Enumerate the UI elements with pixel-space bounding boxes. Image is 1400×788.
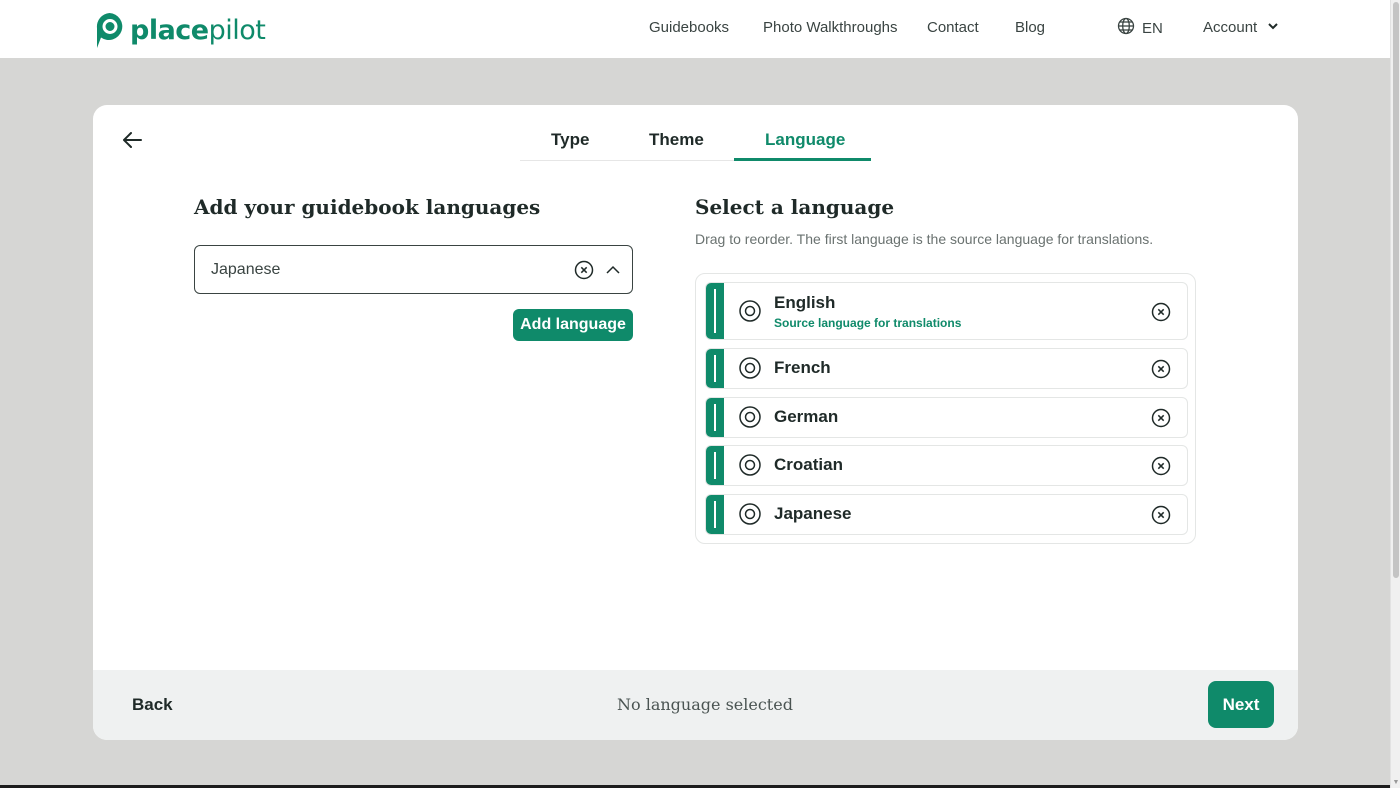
language-select-value: Japanese <box>211 261 281 278</box>
language-item-german[interactable]: German <box>705 397 1188 438</box>
language-name: Croatian <box>774 455 843 474</box>
selected-languages-list: English Source language for translations… <box>695 273 1196 544</box>
language-item-english[interactable]: English Source language for translations <box>705 282 1188 340</box>
language-select[interactable]: Japanese <box>194 245 633 294</box>
globe-icon <box>1117 17 1135 39</box>
nav-contact[interactable]: Contact <box>927 19 979 36</box>
logo-pin-icon <box>95 12 124 49</box>
back-arrow-icon[interactable] <box>121 129 143 151</box>
drag-handle[interactable] <box>706 495 724 534</box>
language-name: English <box>774 293 836 312</box>
drag-handle[interactable] <box>706 349 724 388</box>
language-item-japanese[interactable]: Japanese <box>705 494 1188 535</box>
chevron-up-icon[interactable] <box>603 260 623 280</box>
language-name: Japanese <box>774 504 852 523</box>
logo-word-pilot: pilot <box>208 15 266 46</box>
drag-handle[interactable] <box>706 446 724 485</box>
remove-language-icon[interactable] <box>1151 456 1171 476</box>
tab-theme[interactable]: Theme <box>649 130 704 150</box>
radio-icon[interactable] <box>739 454 761 476</box>
tab-type[interactable]: Type <box>551 130 589 150</box>
logo-word-place: place <box>130 15 209 46</box>
wizard-tabs: Type Theme Language <box>520 105 871 161</box>
language-switcher[interactable]: EN <box>1117 17 1163 39</box>
radio-icon[interactable] <box>739 300 761 322</box>
language-item-french[interactable]: French <box>705 348 1188 389</box>
back-button[interactable]: Back <box>132 695 173 715</box>
reorder-hint: Drag to reorder. The first language is t… <box>695 231 1154 247</box>
nav-guidebooks[interactable]: Guidebooks <box>649 19 729 36</box>
wizard-footer: Back No language selected Next <box>93 670 1298 740</box>
scroll-down-arrow-icon[interactable]: ▼ <box>1392 778 1400 788</box>
account-label: Account <box>1203 19 1258 36</box>
next-button[interactable]: Next <box>1208 681 1274 728</box>
logo[interactable]: placepilot <box>95 12 266 49</box>
remove-language-icon[interactable] <box>1151 359 1171 379</box>
tab-language[interactable]: Language <box>765 130 845 150</box>
remove-language-icon[interactable] <box>1151 302 1171 322</box>
clear-selection-icon[interactable] <box>574 260 594 280</box>
page-scrollbar[interactable]: ▼ <box>1390 0 1400 788</box>
remove-language-icon[interactable] <box>1151 505 1171 525</box>
chevron-down-icon <box>1267 19 1279 36</box>
radio-icon[interactable] <box>739 357 761 379</box>
drag-handle[interactable] <box>706 398 724 437</box>
language-name: German <box>774 407 839 426</box>
nav-blog[interactable]: Blog <box>1015 19 1045 36</box>
language-code: EN <box>1142 19 1163 37</box>
nav-photo-walkthroughs[interactable]: Photo Walkthroughs <box>763 19 898 36</box>
logo-wordmark: placepilot <box>130 15 266 46</box>
select-language-heading: Select a language <box>695 195 895 219</box>
radio-icon[interactable] <box>739 503 761 525</box>
active-tab-indicator <box>734 158 871 161</box>
radio-icon[interactable] <box>739 406 761 428</box>
drag-handle[interactable] <box>706 283 724 339</box>
top-nav: placepilot Guidebooks Photo Walkthroughs… <box>0 0 1390 58</box>
source-language-note: Source language for translations <box>774 316 962 330</box>
account-menu[interactable]: Account <box>1203 19 1279 36</box>
add-language-button[interactable]: Add language <box>513 309 633 341</box>
scrollbar-thumb[interactable] <box>1393 2 1399 578</box>
remove-language-icon[interactable] <box>1151 408 1171 428</box>
language-item-croatian[interactable]: Croatian <box>705 445 1188 486</box>
language-name: French <box>774 358 831 377</box>
wizard-card: Type Theme Language Add your guidebook l… <box>93 105 1298 740</box>
add-languages-heading: Add your guidebook languages <box>194 195 541 219</box>
selection-status: No language selected <box>617 695 793 714</box>
